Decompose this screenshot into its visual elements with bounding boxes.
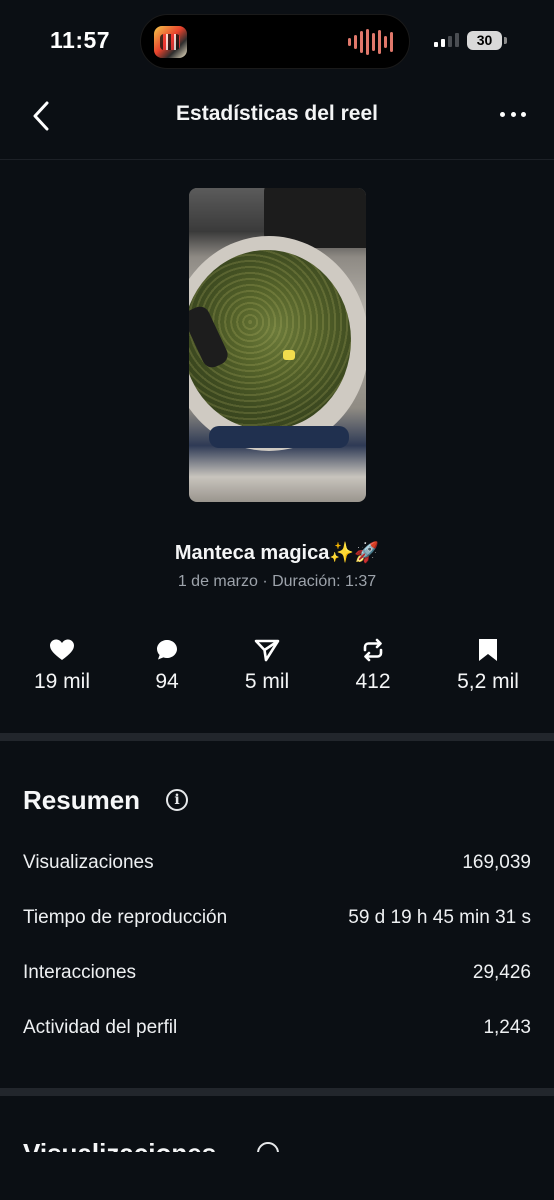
views-section-title: Visualizaciones bbox=[23, 1138, 216, 1152]
summary-row-interactions: Interacciones 29,426 bbox=[23, 962, 531, 984]
likes-count: 19 mil bbox=[33, 670, 91, 693]
summary-title: Resumen bbox=[23, 785, 141, 815]
reel-date-duration: 1 de marzo · Duración: 1:37 bbox=[177, 573, 377, 590]
top-navigation-bar: Estadísticas del reel bbox=[0, 80, 554, 160]
send-icon bbox=[254, 639, 280, 662]
row-label: Actividad del perfil bbox=[23, 1017, 178, 1038]
stat-reposts: 412 bbox=[328, 636, 418, 694]
more-dot-icon bbox=[521, 111, 526, 117]
more-dot-icon bbox=[500, 111, 505, 117]
info-icon[interactable] bbox=[257, 1142, 279, 1152]
row-label: Tiempo de reproducción bbox=[23, 907, 228, 928]
more-dot-icon bbox=[510, 111, 516, 117]
summary-row-watch-time: Tiempo de reproducción 59 d 19 h 45 min … bbox=[23, 907, 531, 929]
bookmark-icon bbox=[479, 639, 497, 661]
reel-caption: Manteca magica✨🚀 bbox=[174, 542, 380, 564]
heart-icon bbox=[50, 639, 74, 660]
page-title: Estadísticas del reel bbox=[176, 102, 378, 125]
info-icon[interactable]: i bbox=[166, 789, 188, 811]
summary-row-views: Visualizaciones 169,039 bbox=[23, 852, 531, 874]
shares-count: 5 mil bbox=[244, 670, 290, 693]
stat-likes: 19 mil bbox=[17, 636, 107, 694]
stat-shares: 5 mil bbox=[222, 636, 312, 694]
row-value: 1,243 bbox=[483, 1017, 531, 1038]
stat-comments: 94 bbox=[122, 636, 212, 694]
section-divider bbox=[0, 1088, 554, 1096]
more-options-button[interactable] bbox=[500, 104, 526, 124]
dynamic-island[interactable] bbox=[140, 14, 410, 69]
row-value: 29,426 bbox=[472, 962, 531, 983]
comments-count: 94 bbox=[155, 670, 179, 693]
repost-icon bbox=[363, 638, 383, 662]
reel-thumbnail[interactable] bbox=[189, 188, 366, 502]
status-time: 11:57 bbox=[50, 27, 111, 53]
summary-row-profile-activity: Actividad del perfil 1,243 bbox=[23, 1017, 531, 1039]
comment-icon bbox=[157, 640, 177, 660]
reposts-count: 412 bbox=[355, 670, 391, 693]
stat-saves: 5,2 mil bbox=[443, 636, 533, 694]
row-value: 169,039 bbox=[462, 852, 531, 873]
row-value: 59 d 19 h 45 min 31 s bbox=[348, 907, 531, 928]
engagement-stats: 19 mil 94 5 mil 412 5,2 mil bbox=[0, 636, 554, 706]
saves-count: 5,2 mil bbox=[457, 670, 519, 693]
audio-waveform-icon bbox=[348, 29, 393, 55]
status-bar: 11:57 30 bbox=[0, 0, 554, 80]
row-label: Visualizaciones bbox=[23, 852, 154, 873]
now-playing-app-icon bbox=[154, 26, 187, 58]
cellular-signal-icon bbox=[434, 33, 459, 47]
battery-icon: 30 bbox=[467, 31, 507, 50]
section-divider bbox=[0, 733, 554, 741]
row-label: Interacciones bbox=[23, 962, 137, 983]
